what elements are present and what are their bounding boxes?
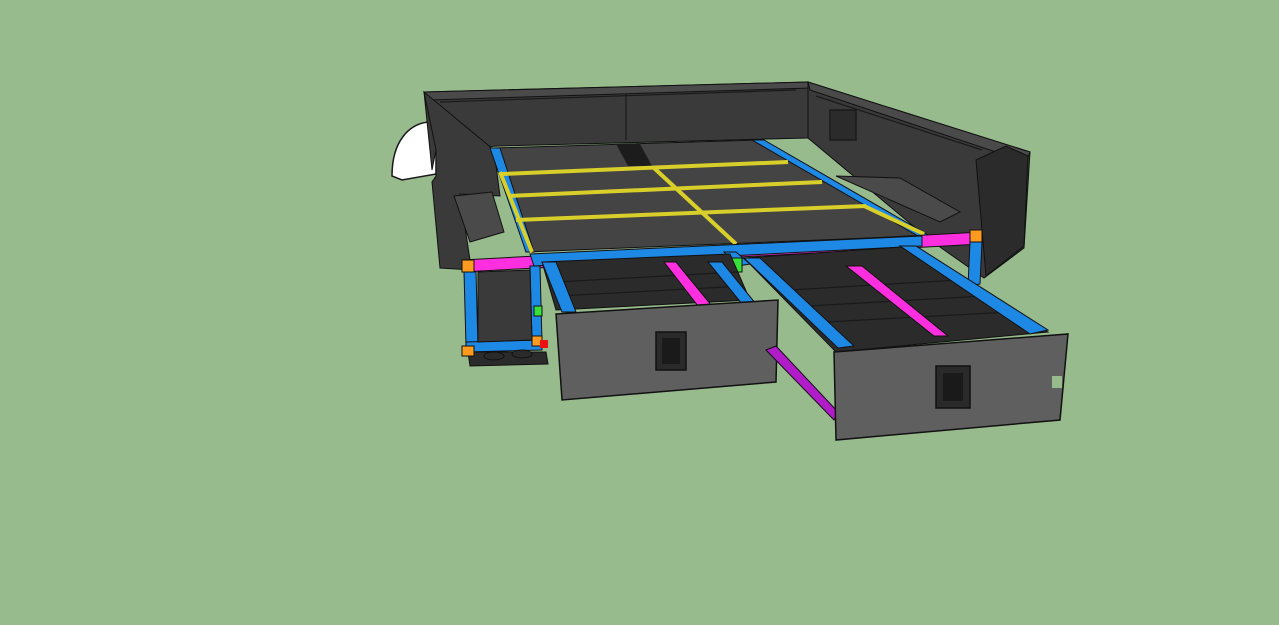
bed-bottom-lip <box>467 351 549 367</box>
frame-left-bay <box>477 269 533 343</box>
right-drawer-notch <box>1052 376 1062 388</box>
frame-right-column <box>967 241 983 287</box>
roller <box>483 351 505 361</box>
truck-bed-drawing <box>0 0 1279 625</box>
marker-block <box>540 340 548 348</box>
frame-bottom-beam <box>465 339 543 353</box>
roller <box>511 349 533 359</box>
right-drawer-handle-recess <box>943 373 963 401</box>
corner-block <box>461 259 475 273</box>
corner-block <box>969 229 983 243</box>
bed-tie-down-pocket <box>829 109 857 141</box>
corner-block <box>461 345 475 357</box>
divider-block <box>533 305 543 317</box>
frame-left-column <box>463 271 479 347</box>
left-drawer-handle-recess <box>662 338 680 364</box>
model-viewport[interactable] <box>0 0 1279 625</box>
